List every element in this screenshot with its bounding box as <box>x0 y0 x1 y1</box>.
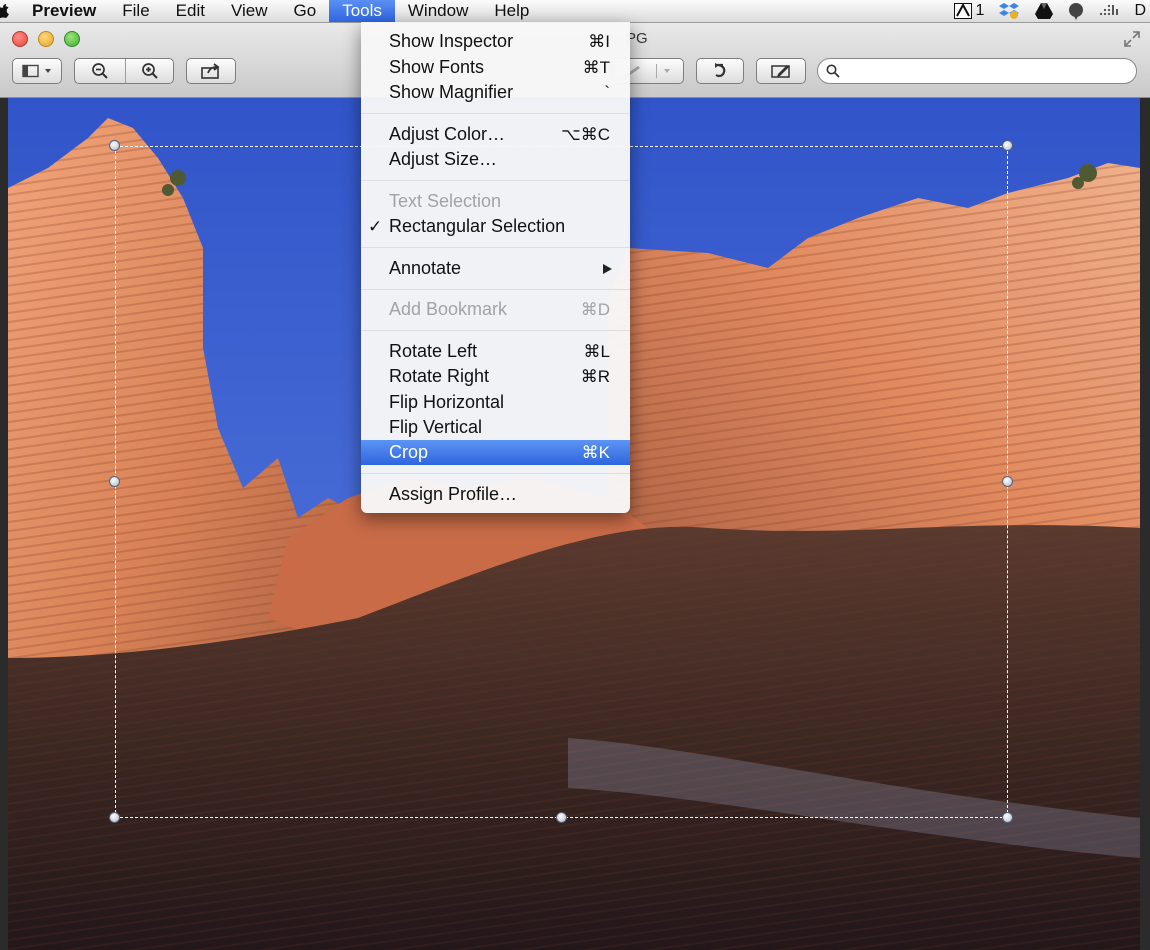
search-field[interactable] <box>817 58 1137 84</box>
menu-item-show-inspector[interactable]: Show Inspector ⌘I <box>361 29 630 54</box>
selection-handle-bottom-left[interactable] <box>109 812 120 823</box>
menu-item-show-magnifier[interactable]: Show Magnifier ` <box>361 80 630 105</box>
menu-item-show-fonts[interactable]: Show Fonts ⌘T <box>361 55 630 80</box>
notification-icon[interactable] <box>1068 2 1084 20</box>
adobe-status-item[interactable]: 1 <box>953 2 985 20</box>
menu-item-text-selection: Text Selection <box>389 191 502 211</box>
adobe-icon <box>953 3 972 19</box>
menu-window[interactable]: Window <box>395 0 481 22</box>
zoom-window-button[interactable] <box>64 31 80 47</box>
selection-handle-top-right[interactable] <box>1002 140 1013 151</box>
menu-separator <box>361 247 630 248</box>
zoom-out-button[interactable] <box>75 59 125 83</box>
selection-handle-bottom-right[interactable] <box>1002 812 1013 823</box>
minimize-button[interactable] <box>38 31 54 47</box>
zoom-in-button[interactable] <box>125 59 175 83</box>
menu-separator <box>361 473 630 474</box>
sidebar-toggle-button[interactable] <box>12 58 62 84</box>
menu-tools[interactable]: Tools <box>329 0 395 22</box>
selection-handle-bottom[interactable] <box>556 812 567 823</box>
sidebar-icon <box>22 64 51 78</box>
status-partial-label: D <box>1134 2 1146 19</box>
status-area: 1 D <box>953 0 1150 22</box>
menu-separator <box>361 289 630 290</box>
rotate-button[interactable] <box>696 58 744 84</box>
menu-help[interactable]: Help <box>481 0 542 22</box>
dropbox-icon[interactable] <box>998 2 1020 20</box>
share-icon <box>201 63 220 79</box>
rotate-icon <box>715 63 726 78</box>
menu-item-flip-vertical[interactable]: Flip Vertical <box>361 415 630 440</box>
tools-menu: Show Inspector ⌘I Show Fonts ⌘T Show Mag… <box>361 22 630 513</box>
menu-item-rectangular-selection[interactable]: ✓ Rectangular Selection <box>361 214 630 239</box>
search-input[interactable] <box>844 62 1128 80</box>
pen-icon <box>771 65 790 78</box>
edit-toolbar-button[interactable] <box>756 58 806 84</box>
google-drive-icon[interactable] <box>1034 2 1054 20</box>
menu-item-rotate-left[interactable]: Rotate Left ⌘L <box>361 339 630 364</box>
menu-separator <box>361 330 630 331</box>
zoom-out-icon <box>92 63 108 79</box>
selection-handle-right[interactable] <box>1002 476 1013 487</box>
menu-go[interactable]: Go <box>281 0 330 22</box>
menu-item-add-bookmark: Add Bookmark ⌘D <box>389 299 610 319</box>
fullscreen-icon[interactable] <box>1122 29 1142 49</box>
activity-icon[interactable] <box>1098 3 1120 19</box>
menu-item-flip-horizontal[interactable]: Flip Horizontal <box>361 390 630 415</box>
menu-edit[interactable]: Edit <box>163 0 218 22</box>
menu-item-adjust-size[interactable]: Adjust Size… <box>361 147 630 172</box>
selection-handle-top-left[interactable] <box>109 140 120 151</box>
close-button[interactable] <box>12 31 28 47</box>
zoom-in-icon <box>142 63 158 79</box>
menu-separator <box>361 180 630 181</box>
menu-item-adjust-color[interactable]: Adjust Color… ⌥⌘C <box>361 122 630 147</box>
status-badge: 1 <box>975 2 985 19</box>
submenu-arrow-icon <box>603 264 612 274</box>
menu-separator <box>361 113 630 114</box>
menu-item-annotate[interactable]: Annotate <box>361 256 630 281</box>
menu-item-assign-profile[interactable]: Assign Profile… <box>361 482 630 507</box>
menu-app-preview[interactable]: Preview <box>14 0 109 22</box>
menu-file[interactable]: File <box>109 0 162 22</box>
menu-bar: Preview File Edit View Go Tools Window H… <box>0 0 1150 23</box>
apple-icon[interactable] <box>0 0 14 22</box>
share-button[interactable] <box>186 58 236 84</box>
selection-handle-left[interactable] <box>109 476 120 487</box>
menu-view[interactable]: View <box>218 0 281 22</box>
checkmark-icon: ✓ <box>368 217 383 236</box>
search-icon <box>826 64 840 78</box>
zoom-controls <box>74 58 174 84</box>
menu-item-crop[interactable]: Crop ⌘K <box>361 440 630 465</box>
menu-item-rotate-right[interactable]: Rotate Right ⌘R <box>361 364 630 389</box>
